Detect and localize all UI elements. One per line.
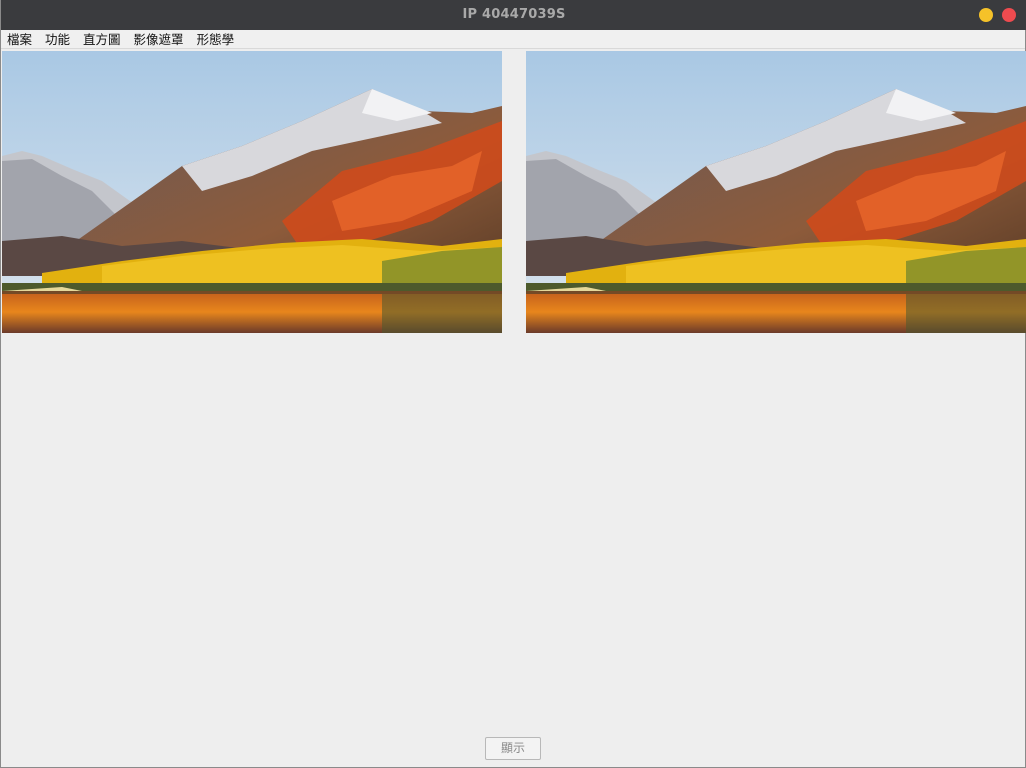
menu-histogram[interactable]: 直方圖 xyxy=(83,30,121,49)
landscape-photo-processed xyxy=(526,51,1026,333)
landscape-photo-original xyxy=(2,51,502,333)
menu-file[interactable]: 檔案 xyxy=(7,30,32,49)
menu-function[interactable]: 功能 xyxy=(45,30,70,49)
menu-image-mask[interactable]: 影像遮罩 xyxy=(134,30,184,49)
original-image-panel xyxy=(2,51,502,333)
processed-image-panel xyxy=(526,51,1026,333)
show-button[interactable]: 顯示 xyxy=(485,737,541,760)
close-button[interactable] xyxy=(1002,8,1016,22)
app-window: IP 40447039S 檔案 功能 直方圖 影像遮罩 形態學 顯示 xyxy=(0,0,1026,768)
title-bar[interactable]: IP 40447039S xyxy=(1,0,1026,30)
minimize-button[interactable] xyxy=(979,8,993,22)
menu-morphology[interactable]: 形態學 xyxy=(197,30,235,49)
menu-bar: 檔案 功能 直方圖 影像遮罩 形態學 xyxy=(1,30,1025,49)
window-title: IP 40447039S xyxy=(462,7,566,22)
